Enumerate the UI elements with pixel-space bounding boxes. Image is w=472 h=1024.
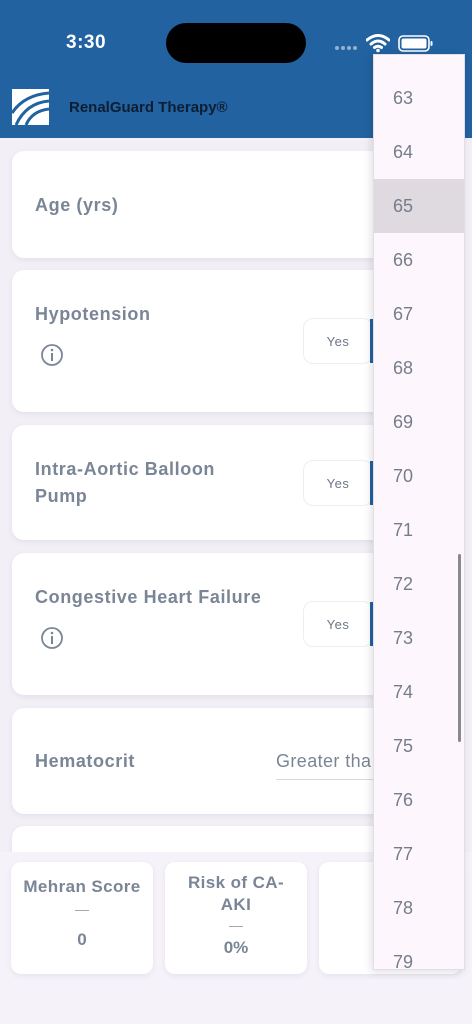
hematocrit-select[interactable]: Greater tha xyxy=(276,751,371,772)
age-dropdown-list[interactable]: 63 64 65 66 67 68 69 70 71 72 73 74 75 76 77 78 79 xyxy=(373,54,465,970)
age-option-75[interactable]: 75 xyxy=(374,719,464,773)
chf-yes-button[interactable]: Yes xyxy=(303,601,373,647)
risk-caaki-dash: — xyxy=(229,917,243,933)
age-option-63[interactable]: 63 xyxy=(374,71,464,125)
mehran-score-dash: — xyxy=(75,901,89,917)
hematocrit-label: Hematocrit xyxy=(35,751,136,771)
risk-caaki-title-line2: AKI xyxy=(220,895,252,914)
age-option-73[interactable]: 73 xyxy=(374,611,464,665)
age-option-77[interactable]: 77 xyxy=(374,827,464,881)
mehran-score-value: 0 xyxy=(77,930,87,949)
age-option-67[interactable]: 67 xyxy=(374,287,464,341)
renalguard-logo-icon xyxy=(12,89,49,125)
age-label: Age (yrs) xyxy=(35,195,119,215)
iabp-label-line2: Pump xyxy=(35,486,88,506)
mehran-score-card: Mehran Score — 0 xyxy=(11,862,153,974)
age-option-78[interactable]: 78 xyxy=(374,881,464,935)
risk-caaki-title-line1: Risk of CA- xyxy=(187,873,285,892)
age-option-76[interactable]: 76 xyxy=(374,773,464,827)
brand-title: RenalGuard Therapy® xyxy=(69,99,228,116)
age-option-64[interactable]: 64 xyxy=(374,125,464,179)
risk-caaki-value: 0% xyxy=(223,938,249,957)
dynamic-island xyxy=(166,23,306,63)
iabp-label-line1: Intra-Aortic Balloon xyxy=(35,459,216,479)
hypotension-label: Hypotension xyxy=(35,304,151,324)
info-icon[interactable] xyxy=(40,343,64,367)
age-option-71[interactable]: 71 xyxy=(374,503,464,557)
info-icon[interactable] xyxy=(40,626,64,650)
iabp-yes-button[interactable]: Yes xyxy=(303,460,373,506)
chf-label: Congestive Heart Failure xyxy=(35,587,262,607)
age-option-68[interactable]: 68 xyxy=(374,341,464,395)
age-option-70[interactable]: 70 xyxy=(374,449,464,503)
age-option-69[interactable]: 69 xyxy=(374,395,464,449)
age-option-72[interactable]: 72 xyxy=(374,557,464,611)
risk-caaki-card: Risk of CA- AKI — 0% xyxy=(165,862,307,974)
age-option-79[interactable]: 79 xyxy=(374,935,464,969)
age-option-65[interactable]: 65 xyxy=(374,179,464,233)
battery-icon xyxy=(398,35,433,52)
age-option-74[interactable]: 74 xyxy=(374,665,464,719)
mehran-score-title: Mehran Score xyxy=(23,877,141,896)
wifi-icon xyxy=(366,34,390,53)
status-time: 3:30 xyxy=(66,32,107,53)
hematocrit-select-underline xyxy=(276,779,386,780)
hypotension-yes-button[interactable]: Yes xyxy=(303,318,373,364)
age-option-66[interactable]: 66 xyxy=(374,233,464,287)
dropdown-scrollbar[interactable] xyxy=(458,554,461,742)
cellular-signal-icon xyxy=(335,46,359,50)
